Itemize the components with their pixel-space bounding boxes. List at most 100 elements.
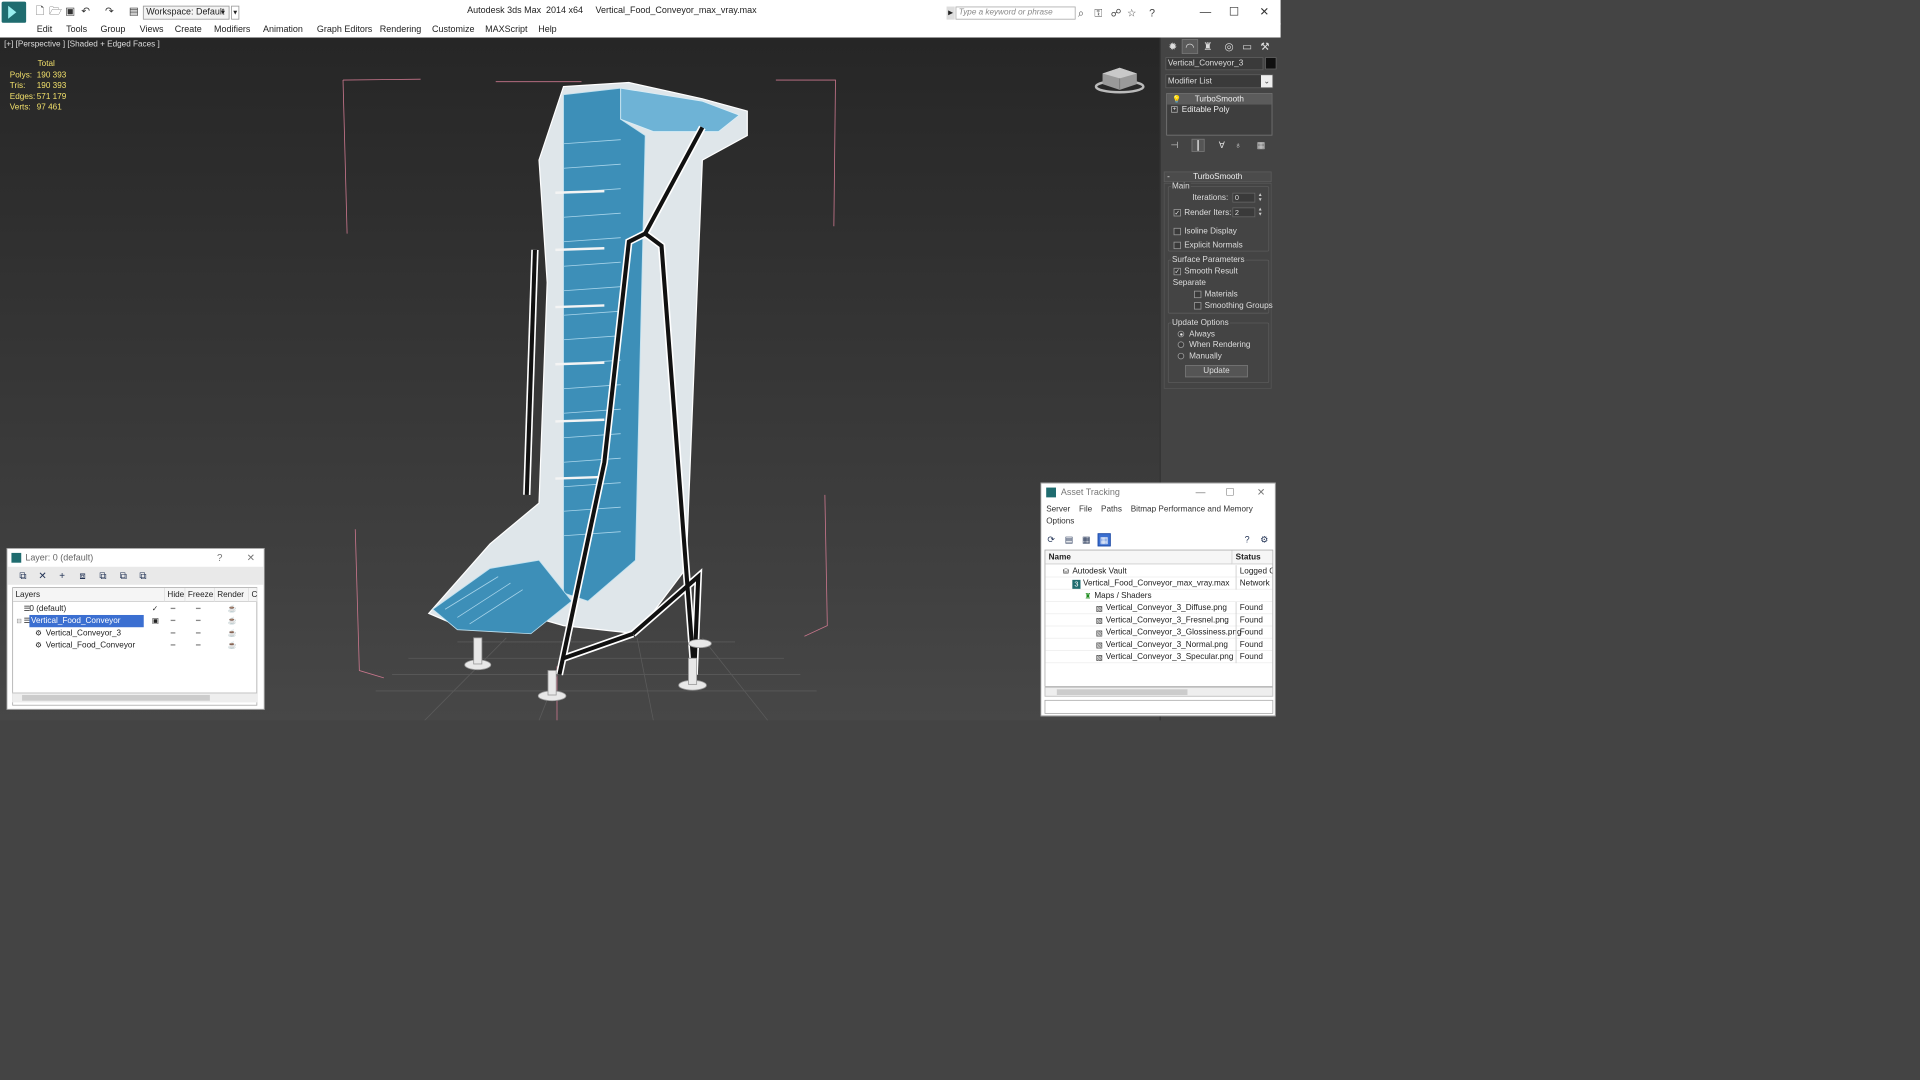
scrollbar-thumb[interactable]	[22, 695, 210, 701]
vault-options-icon[interactable]: ⚙	[1258, 533, 1271, 546]
menu-group[interactable]: Group	[100, 24, 125, 36]
smoothing-groups-checkbox[interactable]	[1194, 302, 1202, 310]
utilities-tab-icon[interactable]: ⚒	[1257, 39, 1273, 54]
menu-edit[interactable]: Edit	[37, 24, 52, 36]
highlight-layer-icon[interactable]: ⧉	[96, 569, 109, 582]
isoline-display-checkbox[interactable]	[1173, 227, 1181, 236]
menu-views[interactable]: Views	[140, 24, 164, 36]
select-objects-icon[interactable]: ⧈	[76, 569, 89, 582]
favorites-star-icon[interactable]: ☆	[1127, 7, 1137, 19]
asset-menu-file[interactable]: File	[1079, 505, 1092, 514]
manually-radio[interactable]	[1177, 352, 1185, 360]
spinner-arrows-icon[interactable]: ▲ ▼	[1258, 207, 1263, 217]
open-file-icon[interactable]: 🗁	[49, 5, 62, 17]
menu-customize[interactable]: Customize	[432, 24, 474, 36]
pin-stack-icon[interactable]: ⊣	[1168, 139, 1181, 152]
freeze-toggle[interactable]: ━	[196, 603, 200, 615]
layer-row[interactable]: ⚙ Vertical_Food_Conveyor ━ ━ ☕	[13, 639, 256, 651]
freeze-toggle[interactable]: ━	[196, 615, 200, 627]
object-name-field[interactable]: Vertical_Conveyor_3	[1165, 57, 1264, 71]
asset-menu-bitmap-performance[interactable]: Bitmap Performance and Memory	[1131, 505, 1253, 514]
modifier-list-dropdown[interactable]: Modifier List ⌄	[1165, 74, 1274, 89]
explicit-normals-checkbox[interactable]	[1173, 241, 1181, 250]
table-view-icon[interactable]: ▦	[1080, 533, 1093, 546]
render-iters-checkbox[interactable]: ✓	[1173, 209, 1181, 217]
hide-toggle[interactable]: ━	[171, 615, 175, 627]
asset-row[interactable]: ▧ Vertical_Conveyor_3_Glossiness.png Foun…	[1045, 626, 1273, 639]
active-layer-check-icon[interactable]: ✓	[152, 603, 158, 615]
maximize-button[interactable]: ☐	[1226, 3, 1242, 19]
configure-modifier-sets-icon[interactable]: ▦	[1254, 139, 1267, 152]
save-icon[interactable]: ▣	[65, 5, 76, 17]
asset-row[interactable]: ▧ Vertical_Conveyor_3_Normal.png Found	[1045, 638, 1273, 651]
color-column-header[interactable]: C	[249, 588, 257, 602]
motion-tab-icon[interactable]: ◎	[1221, 39, 1237, 54]
workspace-dropdown[interactable]: Workspace: Default ▼	[142, 5, 230, 20]
modify-tab-icon[interactable]: ◠	[1181, 39, 1199, 54]
app-logo-icon[interactable]	[1, 1, 27, 23]
new-file-icon[interactable]: 🗋	[34, 5, 45, 17]
expand-plus-icon[interactable]: +	[1171, 106, 1178, 113]
layer-row[interactable]: ⚙ Vertical_Conveyor_3 ━ ━ ☕	[13, 627, 256, 639]
help-icon[interactable]: ?	[1149, 7, 1155, 19]
maximize-button[interactable]: ☐	[1223, 486, 1236, 499]
asset-row[interactable]: 3 Vertical_Food_Conveyor_max_vray.max Net…	[1045, 577, 1273, 590]
menu-modifiers[interactable]: Modifiers	[214, 24, 250, 36]
hide-toggle[interactable]: ━	[171, 639, 175, 651]
refresh-icon[interactable]: ⟳	[1045, 533, 1058, 546]
add-to-layer-icon[interactable]: +	[56, 569, 69, 582]
minimize-button[interactable]: —	[1194, 486, 1207, 499]
render-teapot-icon[interactable]: ☕	[228, 639, 237, 651]
object-color-swatch[interactable]	[1265, 57, 1277, 70]
delete-layer-icon[interactable]: ✕	[36, 569, 49, 582]
hide-toggle[interactable]: ━	[171, 603, 175, 615]
search-expand-button[interactable]: ▶	[946, 6, 955, 20]
menu-maxscript[interactable]: MAXScript	[485, 24, 527, 36]
render-teapot-icon[interactable]: ☕	[228, 615, 237, 627]
asset-row[interactable]: ⛁Autodesk Vault Logged Ou	[1045, 565, 1273, 578]
asset-row[interactable]: ▧ Vertical_Conveyor_3_Specular.png Found	[1045, 650, 1273, 664]
show-end-result-icon[interactable]: ┃	[1191, 138, 1205, 152]
create-layer-icon[interactable]: ⧉	[16, 569, 29, 582]
key-icon[interactable]: ⚿	[1094, 7, 1102, 19]
menu-create[interactable]: Create	[175, 24, 202, 36]
asset-menu-paths[interactable]: Paths	[1101, 505, 1122, 514]
spinner-arrows-icon[interactable]: ▲ ▼	[1258, 193, 1263, 203]
help-button[interactable]: ?	[213, 551, 226, 564]
freeze-all-layers-icon[interactable]: ⧉	[136, 569, 149, 582]
make-unique-icon[interactable]: ∀	[1215, 139, 1228, 152]
quick-access-menu-button[interactable]: ▼	[231, 5, 240, 20]
menu-help[interactable]: Help	[538, 24, 556, 36]
help-icon[interactable]: ?	[1241, 533, 1254, 546]
always-radio[interactable]	[1177, 330, 1185, 338]
render-column-header[interactable]: Render	[214, 588, 250, 602]
display-tab-icon[interactable]: ▭	[1239, 39, 1255, 54]
scrollbar-thumb[interactable]	[1056, 689, 1188, 696]
layer-row[interactable]: ☰ 0 (default) ✓ ━ ━ ☕	[13, 603, 256, 615]
asset-menu-server[interactable]: Server	[1046, 505, 1070, 514]
name-column-header[interactable]: Name	[1045, 550, 1233, 565]
menu-graph-editors[interactable]: Graph Editors	[317, 24, 372, 36]
undo-icon[interactable]: ↶	[80, 5, 91, 17]
menu-tools[interactable]: Tools	[66, 24, 87, 36]
hierarchy-tab-icon[interactable]: ♜	[1200, 39, 1216, 54]
layer-row[interactable]: ⊟ ☰ Vertical_Food_Conveyor ▣ ━ ━ ☕	[13, 614, 256, 628]
collapse-minus-icon[interactable]: ⊟	[16, 615, 21, 627]
layer-horizontal-scrollbar[interactable]	[12, 692, 258, 703]
menu-rendering[interactable]: Rendering	[380, 24, 421, 36]
smooth-result-checkbox[interactable]: ✓	[1173, 267, 1181, 276]
render-teapot-icon[interactable]: ☕	[228, 603, 237, 615]
redo-icon[interactable]: ↷	[104, 5, 115, 17]
asset-horizontal-scrollbar[interactable]	[1044, 686, 1274, 697]
stack-item-turbosmooth[interactable]: 💡 TurboSmooth	[1167, 93, 1272, 105]
freeze-toggle[interactable]: ━	[196, 627, 200, 639]
close-button[interactable]: ✕	[1256, 3, 1272, 19]
add-selection-icon[interactable]: ▣	[152, 615, 159, 627]
asset-menu-options[interactable]: Options	[1046, 517, 1074, 526]
when-rendering-radio[interactable]	[1177, 341, 1185, 348]
close-icon[interactable]: ✕	[244, 551, 257, 564]
remove-modifier-icon[interactable]: ♁	[1232, 139, 1245, 152]
rollout-turbosmooth-header[interactable]: - TurboSmooth	[1163, 171, 1272, 183]
project-folder-icon[interactable]: ▤	[128, 5, 139, 17]
hide-column-header[interactable]: Hide	[164, 588, 186, 602]
